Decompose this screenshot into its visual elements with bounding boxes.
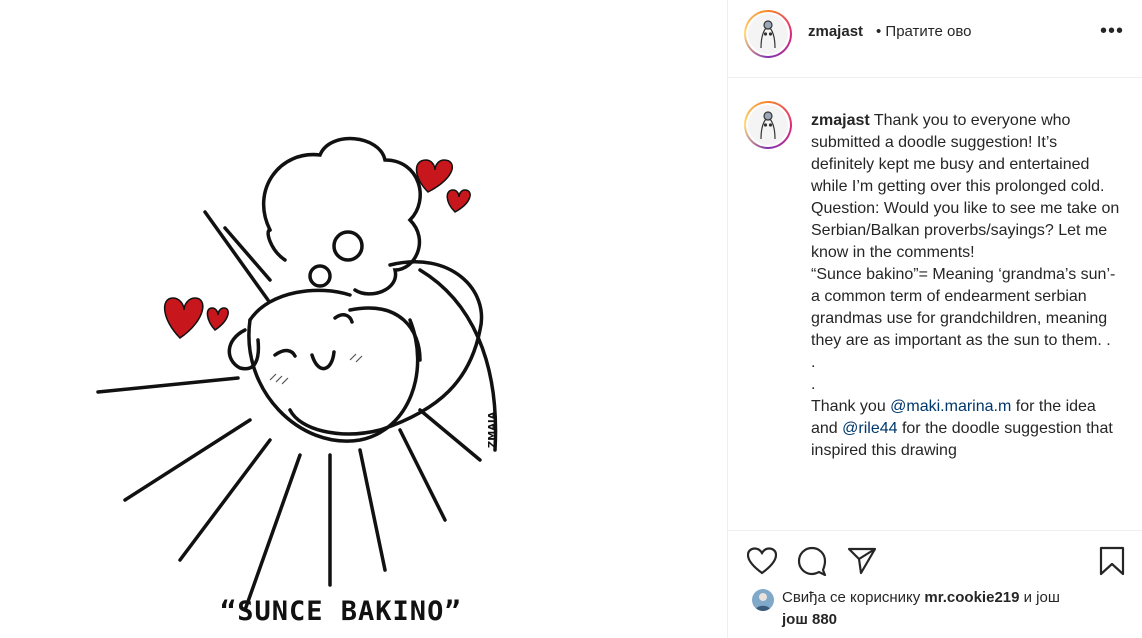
heart-icon[interactable] [746, 545, 778, 577]
likes-prefix: Свиђа се кориснику [782, 589, 925, 606]
post-caption: zmajast Thank you to everyone who submit… [811, 110, 1121, 462]
avatar[interactable] [744, 10, 792, 58]
post-actions: Свиђа се кориснику mr.cookie219 и још јо… [728, 530, 1142, 638]
art-signature: ZMAJA [487, 411, 498, 448]
sunce-bakino-drawing [96, 136, 498, 612]
mention-link[interactable]: @maki.marina.m [890, 398, 1011, 415]
avatar-drawing-icon [760, 111, 776, 140]
caption-avatar[interactable] [744, 101, 792, 149]
art-caption: “SUNCE BAKINO” [220, 596, 462, 627]
likes-suffix: и још [1019, 589, 1060, 606]
more-options-icon[interactable]: ••• [1100, 20, 1124, 43]
likes-summary: Свиђа се кориснику mr.cookie219 и још јо… [752, 587, 1132, 631]
comments-section[interactable]: zmajast Thank you to everyone who submit… [728, 79, 1142, 529]
liker-username[interactable]: mr.cookie219 [924, 589, 1019, 606]
avatar-drawing-icon [760, 20, 776, 49]
post-sidebar: zmajast • Пратите ово ••• zmajast Thank … [727, 0, 1142, 638]
comment-icon[interactable] [796, 545, 828, 577]
caption-username[interactable]: zmajast [811, 112, 870, 129]
likes-count[interactable]: још 880 [782, 611, 837, 628]
bookmark-icon[interactable] [1096, 545, 1128, 577]
mention-link[interactable]: @rile44 [842, 420, 897, 437]
post-image[interactable]: ZMAJA “SUNCE BAKINO” [0, 0, 727, 638]
share-icon[interactable] [846, 545, 878, 577]
follow-button[interactable]: • Пратите ово [876, 23, 972, 40]
post-header: zmajast • Пратите ово ••• [728, 0, 1142, 78]
header-username[interactable]: zmajast [808, 23, 863, 40]
caption-text: Thank you to everyone who submitted a do… [811, 112, 1120, 415]
liker-avatar[interactable] [752, 589, 774, 611]
